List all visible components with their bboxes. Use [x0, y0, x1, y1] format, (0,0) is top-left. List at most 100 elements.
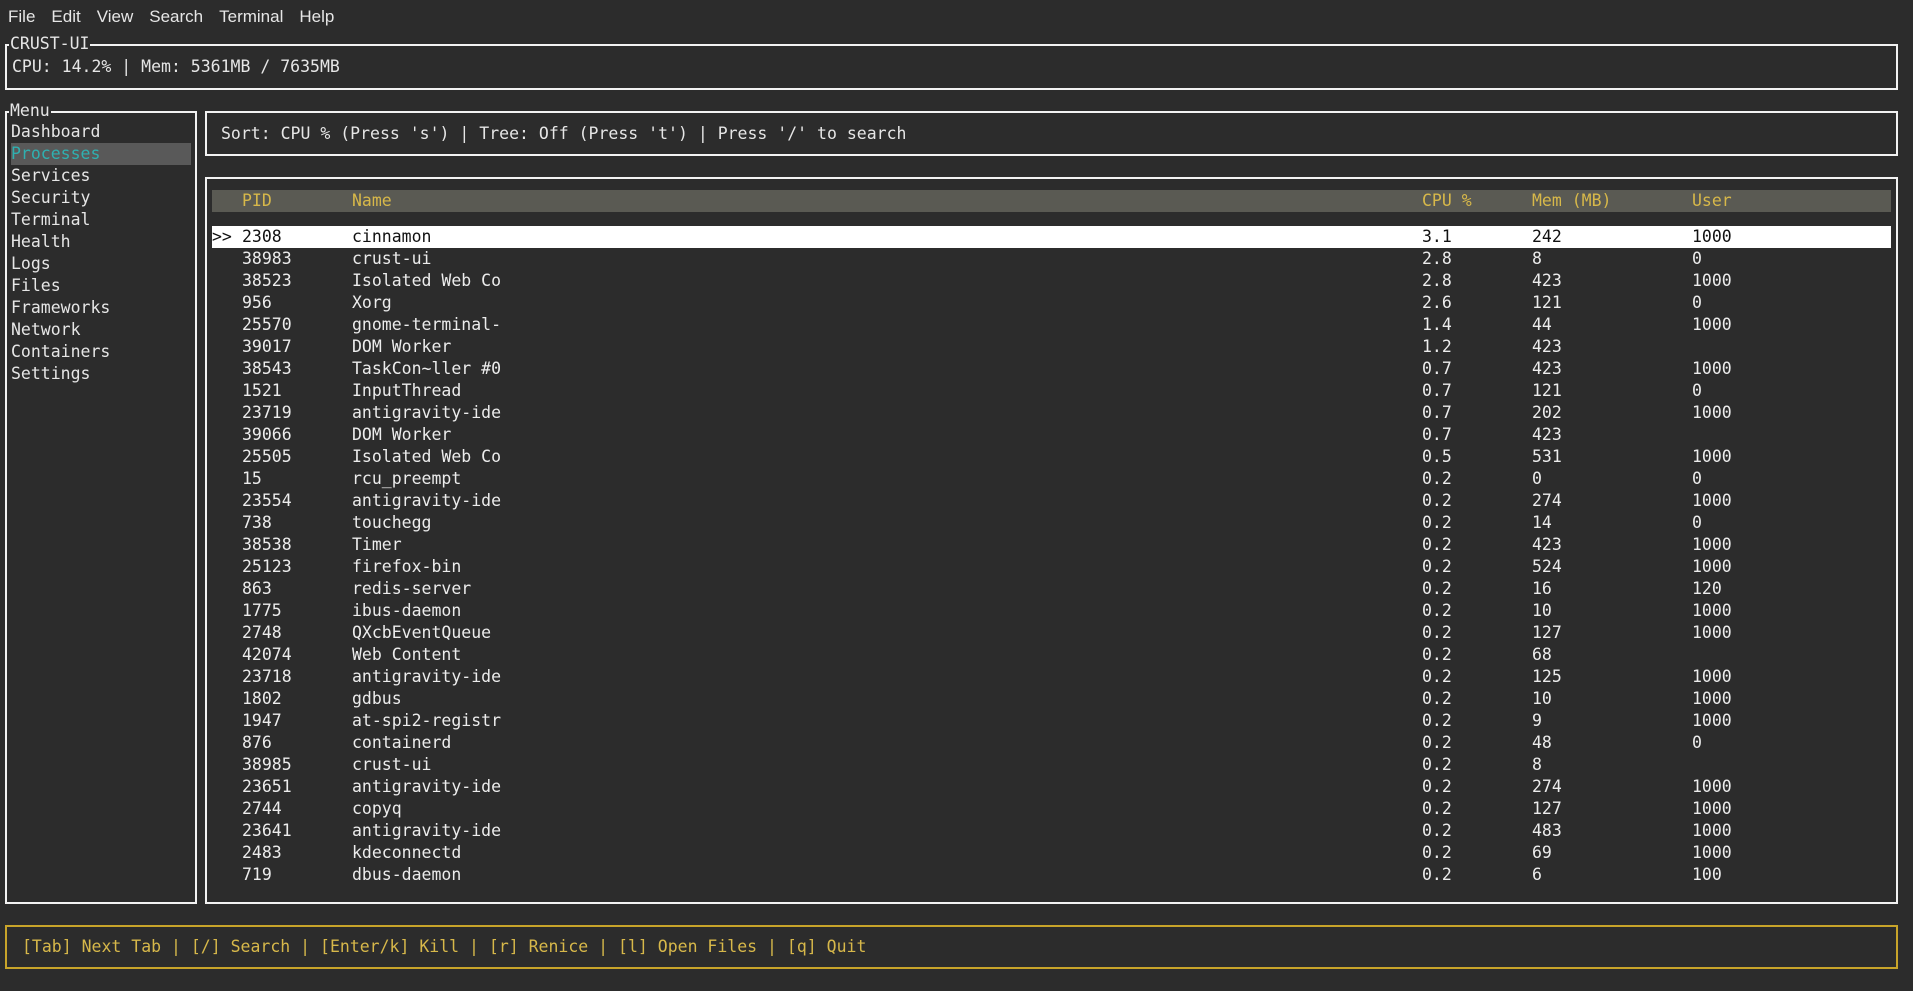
table-row[interactable]: 38543 TaskCon~ller #0 0.7 423 1000 — [212, 358, 1891, 380]
table-row[interactable]: 38983 crust-ui 2.8 8 0 — [212, 248, 1891, 270]
sidebar-item-health[interactable]: Health — [11, 231, 191, 253]
selection-marker: >> — [212, 227, 232, 246]
row-cpu: 1.4 — [1422, 315, 1452, 334]
sidebar-item-processes[interactable]: Processes — [11, 143, 191, 165]
row-mem: 48 — [1532, 733, 1552, 752]
row-mem: 121 — [1532, 381, 1562, 400]
app-menubar: File Edit View Search Terminal Help — [0, 0, 1913, 34]
row-cpu: 0.2 — [1422, 557, 1452, 576]
row-name: InputThread — [352, 381, 462, 400]
column-header-mem[interactable]: Mem (MB) — [1532, 190, 1611, 212]
row-mem: 423 — [1532, 337, 1562, 356]
row-user: 0 — [1692, 249, 1702, 268]
row-pid: 23718 — [242, 667, 292, 686]
table-row[interactable]: 1947 at-spi2-registr 0.2 9 1000 — [212, 710, 1891, 732]
table-row[interactable]: 23641 antigravity-ide 0.2 483 1000 — [212, 820, 1891, 842]
row-user: 1000 — [1692, 667, 1732, 686]
row-mem: 127 — [1532, 623, 1562, 642]
column-header-user[interactable]: User — [1692, 190, 1732, 212]
menu-search[interactable]: Search — [141, 7, 211, 27]
row-user: 1000 — [1692, 403, 1732, 422]
table-row[interactable]: >> 2308 cinnamon 3.1 242 1000 — [212, 226, 1891, 248]
column-header-cpu[interactable]: CPU % — [1422, 190, 1472, 212]
table-row[interactable]: 38538 Timer 0.2 423 1000 — [212, 534, 1891, 556]
table-row[interactable]: 23718 antigravity-ide 0.2 125 1000 — [212, 666, 1891, 688]
sort-status: Sort: CPU % (Press 's') | Tree: Off (Pre… — [221, 124, 907, 143]
table-row[interactable]: 38985 crust-ui 0.2 8 — [212, 754, 1891, 776]
row-mem: 44 — [1532, 315, 1552, 334]
row-name: Isolated Web Co — [352, 447, 502, 466]
sidebar-item-containers[interactable]: Containers — [11, 341, 191, 363]
table-row[interactable]: 1521 InputThread 0.7 121 0 — [212, 380, 1891, 402]
row-user: 1000 — [1692, 821, 1732, 840]
table-row[interactable]: 2748 QXcbEventQueue 0.2 127 1000 — [212, 622, 1891, 644]
table-row[interactable]: 2483 kdeconnectd 0.2 69 1000 — [212, 842, 1891, 864]
table-row[interactable]: 15 rcu_preempt 0.2 0 0 — [212, 468, 1891, 490]
row-cpu: 0.2 — [1422, 601, 1452, 620]
table-row[interactable]: 1802 gdbus 0.2 10 1000 — [212, 688, 1891, 710]
table-row[interactable]: 956 Xorg 2.6 121 0 — [212, 292, 1891, 314]
table-row[interactable]: 42074 Web Content 0.2 68 — [212, 644, 1891, 666]
row-name: at-spi2-registr — [352, 711, 502, 730]
sidebar-item-dashboard[interactable]: Dashboard — [11, 121, 191, 143]
row-name: DOM Worker — [352, 425, 452, 444]
table-row[interactable]: 23651 antigravity-ide 0.2 274 1000 — [212, 776, 1891, 798]
row-mem: 127 — [1532, 799, 1562, 818]
row-name: TaskCon~ller #0 — [352, 359, 502, 378]
menu-edit[interactable]: Edit — [43, 7, 88, 27]
row-mem: 423 — [1532, 359, 1562, 378]
menu-view[interactable]: View — [89, 7, 142, 27]
process-table: PID Name CPU % Mem (MB) User >> 2308 cinna… — [205, 177, 1898, 904]
row-pid: 2748 — [242, 623, 282, 642]
table-row[interactable]: 2744 copyq 0.2 127 1000 — [212, 798, 1891, 820]
sidebar-item-frameworks[interactable]: Frameworks — [11, 297, 191, 319]
column-header-pid[interactable]: PID — [242, 190, 272, 212]
table-row[interactable]: 1775 ibus-daemon 0.2 10 1000 — [212, 600, 1891, 622]
row-user: 1000 — [1692, 777, 1732, 796]
row-user: 1000 — [1692, 689, 1732, 708]
menu-help[interactable]: Help — [291, 7, 342, 27]
row-name: firefox-bin — [352, 557, 462, 576]
row-mem: 121 — [1532, 293, 1562, 312]
table-row[interactable]: 38523 Isolated Web Co 2.8 423 1000 — [212, 270, 1891, 292]
row-user: 100 — [1692, 865, 1722, 884]
sidebar-item-network[interactable]: Network — [11, 319, 191, 341]
table-row[interactable]: 25505 Isolated Web Co 0.5 531 1000 — [212, 446, 1891, 468]
row-name: antigravity-ide — [352, 491, 502, 510]
row-cpu: 0.2 — [1422, 799, 1452, 818]
table-row[interactable]: 39066 DOM Worker 0.7 423 — [212, 424, 1891, 446]
row-cpu: 0.2 — [1422, 755, 1452, 774]
table-row[interactable]: 738 touchegg 0.2 14 0 — [212, 512, 1891, 534]
table-row[interactable]: 876 containerd 0.2 48 0 — [212, 732, 1891, 754]
row-pid: 23554 — [242, 491, 292, 510]
row-user: 1000 — [1692, 711, 1732, 730]
column-header-name[interactable]: Name — [352, 190, 392, 212]
row-name: redis-server — [352, 579, 472, 598]
row-pid: 863 — [242, 579, 272, 598]
row-pid: 38538 — [242, 535, 292, 554]
table-row[interactable]: 25570 gnome-terminal- 1.4 44 1000 — [212, 314, 1891, 336]
row-name: Isolated Web Co — [352, 271, 502, 290]
menu-terminal[interactable]: Terminal — [211, 7, 291, 27]
sidebar-item-services[interactable]: Services — [11, 165, 191, 187]
menu-file[interactable]: File — [0, 7, 43, 27]
sidebar-item-terminal[interactable]: Terminal — [11, 209, 191, 231]
row-user: 0 — [1692, 513, 1702, 532]
sidebar-item-security[interactable]: Security — [11, 187, 191, 209]
row-name: Xorg — [352, 293, 392, 312]
table-row[interactable]: 863 redis-server 0.2 16 120 — [212, 578, 1891, 600]
table-row[interactable]: 25123 firefox-bin 0.2 524 1000 — [212, 556, 1891, 578]
table-row[interactable]: 23719 antigravity-ide 0.7 202 1000 — [212, 402, 1891, 424]
row-mem: 274 — [1532, 491, 1562, 510]
row-name: copyq — [352, 799, 402, 818]
row-pid: 25570 — [242, 315, 292, 334]
sidebar-item-logs[interactable]: Logs — [11, 253, 191, 275]
table-row[interactable]: 23554 antigravity-ide 0.2 274 1000 — [212, 490, 1891, 512]
sidebar-item-settings[interactable]: Settings — [11, 363, 191, 385]
table-row[interactable]: 719 dbus-daemon 0.2 6 100 — [212, 864, 1891, 886]
sidebar-item-files[interactable]: Files — [11, 275, 191, 297]
row-user: 120 — [1692, 579, 1722, 598]
row-pid: 23719 — [242, 403, 292, 422]
row-mem: 68 — [1532, 645, 1552, 664]
table-row[interactable]: 39017 DOM Worker 1.2 423 — [212, 336, 1891, 358]
